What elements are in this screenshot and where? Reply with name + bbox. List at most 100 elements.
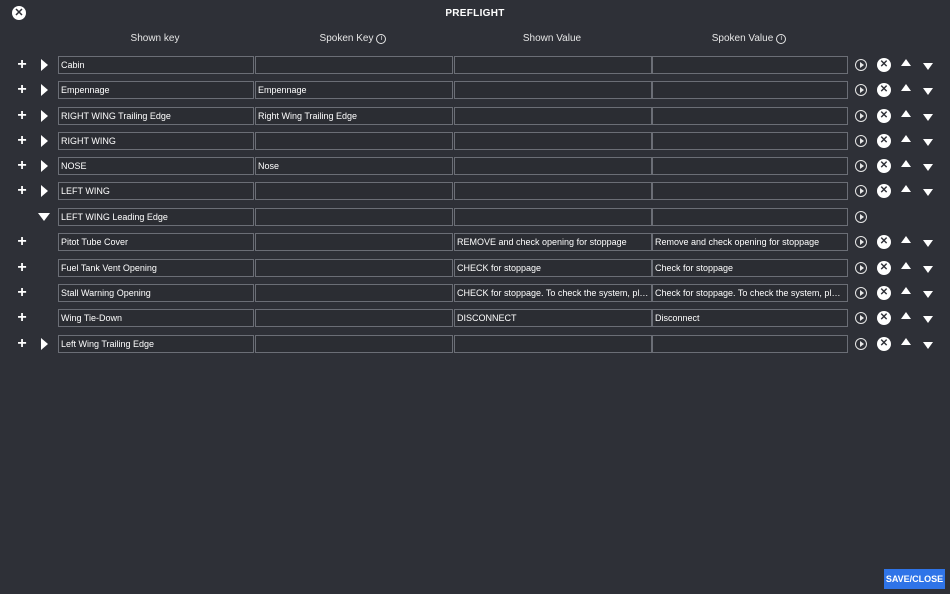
spoken-key-field[interactable] [255,284,453,302]
spoken-key-field[interactable]: Nose [255,157,453,175]
shown-value-field[interactable] [454,107,652,125]
add-child-icon[interactable]: + [14,132,30,150]
spoken-value-field[interactable] [652,56,848,74]
shown-value-field[interactable] [454,132,652,150]
add-child-icon[interactable]: + [14,56,30,74]
shown-value-field[interactable]: CHECK for stoppage [454,259,652,277]
save-close-button[interactable]: SAVE/CLOSE [884,569,945,589]
add-child-icon[interactable]: + [14,259,30,277]
spoken-key-field[interactable] [255,259,453,277]
spoken-key-field[interactable] [255,182,453,200]
move-up-icon[interactable] [901,236,911,243]
shown-key-field[interactable]: RIGHT WING [58,132,254,150]
move-down-icon[interactable] [923,316,933,323]
delete-icon[interactable]: ✕ [877,58,891,72]
info-icon[interactable]: i [776,33,787,44]
shown-key-field[interactable]: Cabin [58,56,254,74]
add-child-icon[interactable]: + [14,233,30,251]
delete-icon[interactable]: ✕ [877,337,891,351]
shown-key-field[interactable]: LEFT WING Leading Edge [58,208,254,226]
move-up-icon[interactable] [901,287,911,294]
shown-key-field[interactable]: Left Wing Trailing Edge [58,335,254,353]
play-icon[interactable] [855,211,867,223]
delete-icon[interactable]: ✕ [877,261,891,275]
play-icon[interactable] [855,160,867,172]
play-icon[interactable] [855,236,867,248]
move-up-icon[interactable] [901,338,911,345]
spoken-value-field[interactable] [652,81,848,99]
shown-key-field[interactable]: Fuel Tank Vent Opening [58,259,254,277]
move-up-icon[interactable] [901,160,911,167]
shown-key-field[interactable]: Pitot Tube Cover [58,233,254,251]
move-down-icon[interactable] [923,164,933,171]
play-icon[interactable] [855,287,867,299]
spoken-key-field[interactable] [255,309,453,327]
expand-icon[interactable] [41,59,48,71]
move-up-icon[interactable] [901,185,911,192]
spoken-key-field[interactable] [255,132,453,150]
spoken-value-field[interactable] [652,132,848,150]
move-down-icon[interactable] [923,88,933,95]
shown-value-field[interactable] [454,208,652,226]
move-up-icon[interactable] [901,110,911,117]
shown-key-field[interactable]: Stall Warning Opening [58,284,254,302]
spoken-value-field[interactable] [652,157,848,175]
play-icon[interactable] [855,262,867,274]
add-child-icon[interactable]: + [14,182,30,200]
move-down-icon[interactable] [923,342,933,349]
move-down-icon[interactable] [923,63,933,70]
spoken-value-field[interactable]: Check for stoppage. To check the system,… [652,284,848,302]
play-icon[interactable] [855,312,867,324]
shown-key-field[interactable]: NOSE [58,157,254,175]
delete-icon[interactable]: ✕ [877,286,891,300]
spoken-key-field[interactable] [255,208,453,226]
move-up-icon[interactable] [901,262,911,269]
spoken-key-field[interactable] [255,233,453,251]
spoken-value-field[interactable]: Disconnect [652,309,848,327]
spoken-value-field[interactable] [652,107,848,125]
delete-icon[interactable]: ✕ [877,159,891,173]
play-icon[interactable] [855,185,867,197]
move-up-icon[interactable] [901,84,911,91]
shown-value-field[interactable]: DISCONNECT [454,309,652,327]
play-icon[interactable] [855,84,867,96]
spoken-key-field[interactable] [255,335,453,353]
add-child-icon[interactable]: + [14,81,30,99]
add-child-icon[interactable]: + [14,284,30,302]
shown-key-field[interactable]: RIGHT WING Trailing Edge [58,107,254,125]
play-icon[interactable] [855,59,867,71]
play-icon[interactable] [855,338,867,350]
delete-icon[interactable]: ✕ [877,83,891,97]
expand-icon[interactable] [41,135,48,147]
add-child-icon[interactable]: + [14,107,30,125]
expand-icon[interactable] [41,160,48,172]
shown-key-field[interactable]: Empennage [58,81,254,99]
delete-icon[interactable]: ✕ [877,184,891,198]
move-up-icon[interactable] [901,135,911,142]
spoken-value-field[interactable] [652,182,848,200]
spoken-key-field[interactable]: Empennage [255,81,453,99]
add-child-icon[interactable]: + [14,157,30,175]
info-icon[interactable]: i [376,33,387,44]
shown-key-field[interactable]: Wing Tie-Down [58,309,254,327]
spoken-value-field[interactable]: Check for stoppage [652,259,848,277]
shown-value-field[interactable] [454,157,652,175]
spoken-value-field[interactable] [652,208,848,226]
delete-icon[interactable]: ✕ [877,109,891,123]
spoken-key-field[interactable]: Right Wing Trailing Edge [255,107,453,125]
expand-icon[interactable] [41,185,48,197]
delete-icon[interactable]: ✕ [877,134,891,148]
add-child-icon[interactable]: + [14,309,30,327]
shown-value-field[interactable] [454,81,652,99]
spoken-value-field[interactable]: Remove and check opening for stoppage [652,233,848,251]
shown-value-field[interactable] [454,56,652,74]
spoken-key-field[interactable] [255,56,453,74]
collapse-icon[interactable] [38,213,50,221]
delete-icon[interactable]: ✕ [877,235,891,249]
move-down-icon[interactable] [923,189,933,196]
shown-value-field[interactable]: REMOVE and check opening for stoppage [454,233,652,251]
expand-icon[interactable] [41,110,48,122]
move-down-icon[interactable] [923,114,933,121]
add-child-icon[interactable]: + [14,335,30,353]
expand-icon[interactable] [41,84,48,96]
